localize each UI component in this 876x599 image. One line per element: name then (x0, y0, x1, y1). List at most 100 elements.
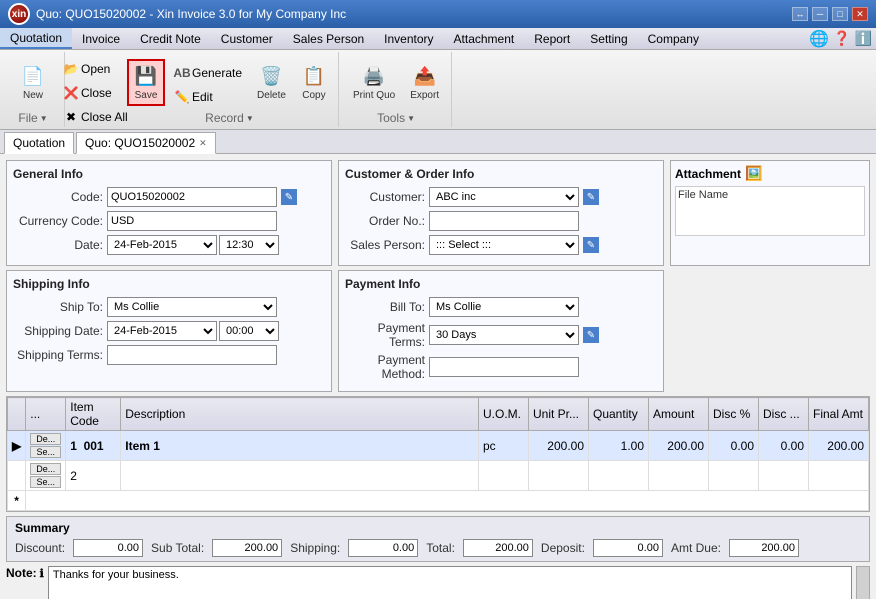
bill-to-select[interactable]: Ms Collie (429, 297, 579, 317)
amt-due-input[interactable] (729, 539, 799, 557)
new-button[interactable]: 📄 New (8, 60, 58, 105)
menu-customer[interactable]: Customer (211, 28, 283, 49)
payment-terms-edit-icon[interactable]: ✎ (583, 327, 599, 343)
attachment-add-icon[interactable]: 🖼️ (745, 165, 762, 182)
col-amount: Amount (649, 398, 709, 431)
menu-setting[interactable]: Setting (580, 28, 637, 49)
code-input[interactable] (107, 187, 277, 207)
sales-person-edit-icon[interactable]: ✎ (583, 237, 599, 253)
ship-to-select[interactable]: Ms Collie (107, 297, 277, 317)
help-icon[interactable]: ❓ (833, 30, 850, 47)
col-uom: U.O.M. (479, 398, 529, 431)
row2-desc (121, 461, 479, 491)
customer-edit-icon[interactable]: ✎ (583, 189, 599, 205)
arrow-icon[interactable]: ↔ (792, 7, 808, 21)
tab-close-icon[interactable]: ✕ (199, 138, 207, 149)
payment-terms-label: Payment Terms: (345, 321, 425, 349)
serial-button[interactable]: Se... (30, 446, 61, 458)
menu-sales-person[interactable]: Sales Person (283, 28, 374, 49)
payment-terms-select[interactable]: 30 Days (429, 325, 579, 345)
sub-total-input[interactable] (212, 539, 282, 557)
attachment-header: Attachment 🖼️ (675, 165, 865, 182)
info-icon[interactable]: ℹ️ (855, 30, 872, 47)
attachment-section: Attachment 🖼️ File Name (670, 160, 870, 266)
currency-input[interactable] (107, 211, 277, 231)
toolbar-record-section: 💾 Save AB Generate ✏️ Edit 🗑️ Delete 📋 (67, 52, 339, 127)
total-label: Total: (426, 541, 455, 555)
order-no-input[interactable] (429, 211, 579, 231)
row2-indicator (8, 461, 26, 491)
toolbar-tools-section: 🖨️ Print Quo 📤 Export Tools ▼ (341, 52, 452, 127)
detail-button-2[interactable]: De... (30, 463, 61, 475)
table-row: ▶ De... Se... 1 001 Item 1 pc 200.00 1.0… (8, 431, 869, 461)
menu-invoice[interactable]: Invoice (72, 28, 130, 49)
export-label: Export (410, 90, 439, 101)
customer-select[interactable]: ABC inc (429, 187, 579, 207)
minimize-button[interactable]: ─ (812, 7, 828, 21)
shipping-time-select[interactable]: 00:00 (219, 321, 279, 341)
tools-section-label: Tools ▼ (341, 111, 451, 125)
serial-button-2[interactable]: Se... (30, 476, 61, 488)
menu-company[interactable]: Company (638, 28, 709, 49)
note-scrollbar[interactable] (856, 566, 870, 599)
delete-label: Delete (257, 90, 286, 101)
time-select[interactable]: 12:30 (219, 235, 279, 255)
general-info-section: General Info Code: ✎ Currency Code: Date… (6, 160, 332, 266)
maximize-button[interactable]: □ (832, 7, 848, 21)
menu-inventory[interactable]: Inventory (374, 28, 443, 49)
customer-order-section: Customer & Order Info Customer: ABC inc … (338, 160, 664, 266)
copy-icon: 📋 (302, 64, 326, 88)
new-icon: 📄 (21, 64, 45, 88)
generate-icon: AB (174, 65, 190, 81)
menu-attachment[interactable]: Attachment (444, 28, 525, 49)
shipping-terms-input[interactable] (107, 345, 277, 365)
date-label: Date: (13, 238, 103, 252)
edit-button[interactable]: ✏️ Edit (169, 86, 247, 108)
general-info-title: General Info (13, 167, 325, 181)
shipping-terms-label: Shipping Terms: (13, 348, 103, 362)
note-textarea[interactable]: Thanks for your business. (48, 566, 852, 599)
print-quo-button[interactable]: 🖨️ Print Quo (347, 60, 401, 105)
discount-input[interactable] (73, 539, 143, 557)
save-label: Save (135, 90, 158, 101)
payment-method-input[interactable] (429, 357, 579, 377)
date-select[interactable]: 24-Feb-2015 (107, 235, 217, 255)
order-no-field-row: Order No.: (345, 211, 657, 231)
amt-due-label: Amt Due: (671, 541, 721, 555)
sales-person-select[interactable]: ::: Select ::: (429, 235, 579, 255)
top-form-row: General Info Code: ✎ Currency Code: Date… (6, 160, 870, 266)
shipping-date-select[interactable]: 24-Feb-2015 (107, 321, 217, 341)
col-disc-amt: Disc ... (759, 398, 809, 431)
sub-total-label: Sub Total: (151, 541, 204, 555)
shipping-input[interactable] (348, 539, 418, 557)
delete-button[interactable]: 🗑️ Delete (251, 60, 292, 105)
code-edit-icon[interactable]: ✎ (281, 189, 297, 205)
record-section-label: Record ▼ (94, 111, 365, 125)
save-icon: 💾 (134, 64, 158, 88)
amount-cell: 200.00 (649, 431, 709, 461)
save-button[interactable]: 💾 Save (127, 59, 165, 106)
total-input[interactable] (463, 539, 533, 557)
bill-to-field-row: Bill To: Ms Collie (345, 297, 657, 317)
attachment-grid: File Name (675, 186, 865, 236)
menu-report[interactable]: Report (524, 28, 580, 49)
shipping-info-section: Shipping Info Ship To: Ms Collie Shippin… (6, 270, 332, 392)
title-bar: xin Quo: QUO15020002 - Xin Invoice 3.0 f… (0, 0, 876, 28)
copy-button[interactable]: 📋 Copy (296, 60, 332, 105)
row2-amt (649, 461, 709, 491)
deposit-input[interactable] (593, 539, 663, 557)
menu-quotation[interactable]: Quotation (0, 28, 72, 49)
row-actions: De... Se... (26, 431, 66, 461)
menu-credit-note[interactable]: Credit Note (130, 28, 211, 49)
payment-method-field-row: Payment Method: (345, 353, 657, 381)
final-amt-cell: 200.00 (809, 431, 869, 461)
file-name-header: File Name (678, 189, 728, 201)
line-items-table: ... Item Code Description U.O.M. Unit Pr… (6, 396, 870, 512)
close-button[interactable]: ✕ (852, 7, 868, 21)
detail-button[interactable]: De... (30, 433, 61, 445)
col-disc-pct: Disc % (709, 398, 759, 431)
delete-icon: 🗑️ (260, 64, 284, 88)
export-button[interactable]: 📤 Export (404, 60, 445, 105)
generate-button[interactable]: AB Generate (169, 62, 247, 84)
currency-field-row: Currency Code: (13, 211, 325, 231)
